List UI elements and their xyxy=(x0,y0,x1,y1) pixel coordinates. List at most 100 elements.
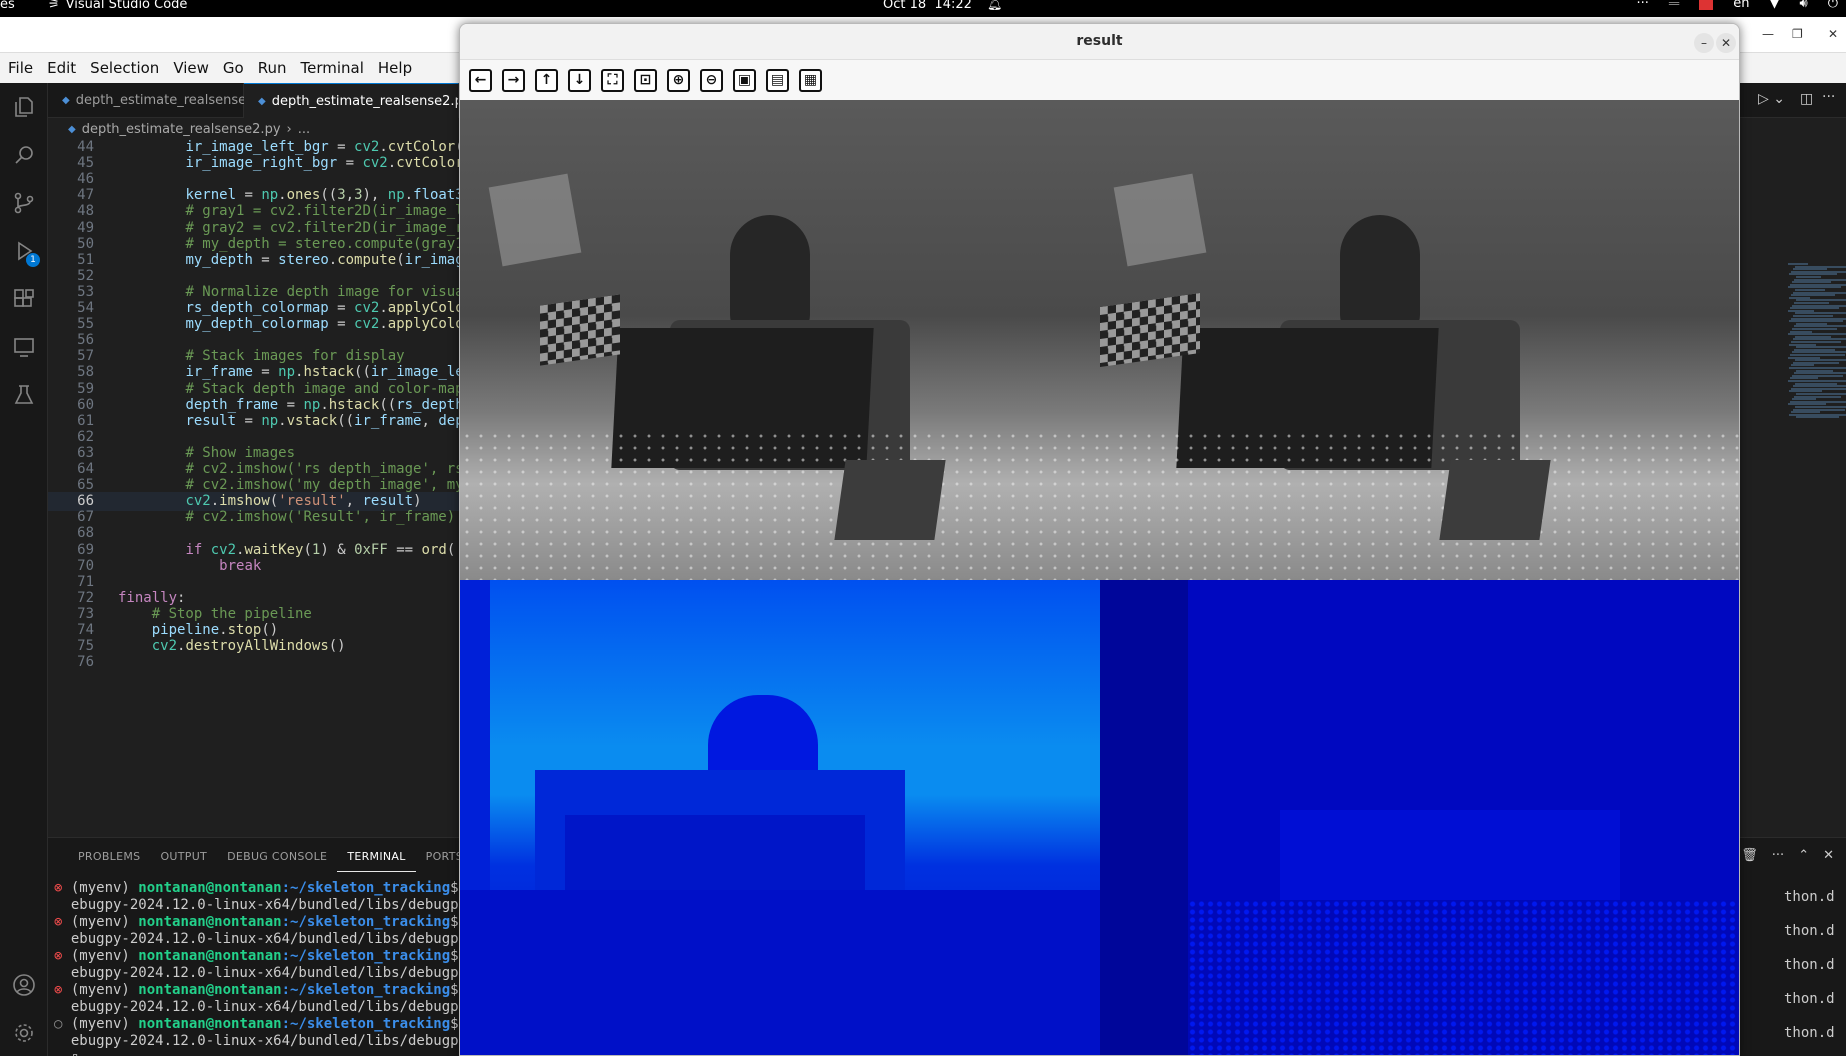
close-panel-icon[interactable]: ✕ xyxy=(1823,848,1834,863)
arrow-up-icon[interactable]: ↑ xyxy=(535,68,558,92)
search-icon[interactable] xyxy=(10,143,38,171)
arrow-right-icon[interactable]: → xyxy=(502,68,525,92)
result-titlebar[interactable]: result – ✕ xyxy=(460,24,1739,60)
breadcrumb-file[interactable]: depth_estimate_realsense2.py xyxy=(82,122,281,137)
language-indicator[interactable]: en xyxy=(1733,0,1749,10)
menu-file[interactable]: File xyxy=(0,59,40,77)
close-icon[interactable]: ✕ xyxy=(1828,27,1838,41)
terminal-right-line: thon.d xyxy=(1784,957,1835,973)
terminal-prompt-line: ⊗ (myenv) nontanan@nontanan:~/skeleton_t… xyxy=(54,948,467,965)
menu-help[interactable]: Help xyxy=(371,59,419,77)
depth-desk-noise xyxy=(1188,900,1739,1055)
terminal-cursor[interactable]: ▯ xyxy=(54,1050,467,1056)
error-circle-icon[interactable]: ⊗ xyxy=(54,948,71,964)
terminal-prompt-line: ⊗ (myenv) nontanan@nontanan:~/skeleton_t… xyxy=(54,880,467,897)
zoom-in-icon[interactable]: ⊕ xyxy=(667,68,690,92)
wifi-icon[interactable]: ▼ xyxy=(1770,0,1780,10)
result-window: result – ✕ ← → ↑ ↓ ⛶ ⊡ ⊕ ⊖ ▣ ▤ ▦ xyxy=(459,23,1740,1056)
explorer-icon[interactable] xyxy=(10,95,38,123)
app-title: Visual Studio Code xyxy=(65,0,188,12)
breadcrumb-chevron-icon: › xyxy=(286,121,292,137)
terminal-right-line: thon.d xyxy=(1784,923,1835,939)
menu-selection[interactable]: Selection xyxy=(83,59,166,77)
date-text: Oct 18 xyxy=(883,0,927,12)
python-file-icon: ◆ xyxy=(62,95,70,106)
menu-edit[interactable]: Edit xyxy=(40,59,83,77)
more-actions-icon[interactable]: ··· xyxy=(1822,89,1835,105)
env-name: (myenv) xyxy=(70,1016,139,1032)
menu-view[interactable]: View xyxy=(166,59,216,77)
error-circle-icon[interactable]: ⊗ xyxy=(54,914,71,930)
accounts-icon[interactable] xyxy=(10,973,38,1001)
source-control-icon[interactable] xyxy=(10,191,38,219)
tab-output[interactable]: OUTPUT xyxy=(150,842,217,872)
volume-icon[interactable]: 🔊︎ xyxy=(1800,0,1808,10)
close-icon[interactable]: ✕ xyxy=(1716,33,1736,53)
copy-clipboard-icon[interactable]: ▤ xyxy=(766,68,789,92)
app-indicator-icon[interactable]: 𝄘 xyxy=(1669,0,1679,10)
red-app-icon[interactable] xyxy=(1699,0,1714,10)
arrow-down-icon[interactable]: ↓ xyxy=(568,68,591,92)
user-host: nontanan@nontanan xyxy=(138,982,282,998)
tab-problems[interactable]: PROBLEMS xyxy=(68,842,150,872)
cwd-path: :~/skeleton_tracking xyxy=(281,880,451,896)
result-toolbar: ← → ↑ ↓ ⛶ ⊡ ⊕ ⊖ ▣ ▤ ▦ xyxy=(460,60,1739,100)
notification-bell-icon[interactable]: 🔔︎ xyxy=(987,0,1002,10)
run-file-icon[interactable]: ▷ ⌄ xyxy=(1758,91,1785,107)
properties-icon[interactable]: ▦ xyxy=(799,68,822,92)
error-circle-icon[interactable]: ⊗ xyxy=(54,982,71,998)
breadcrumb-more[interactable]: ... xyxy=(298,122,310,137)
my-depth-colormap xyxy=(1100,580,1739,1055)
split-editor-icon[interactable]: ◫ xyxy=(1800,91,1813,107)
minimize-icon[interactable]: — xyxy=(1762,27,1774,41)
menu-terminal[interactable]: Terminal xyxy=(294,59,371,77)
remote-explorer-icon[interactable] xyxy=(10,335,38,363)
minimize-icon[interactable]: – xyxy=(1694,33,1714,53)
clock[interactable]: Oct 18 14:22 xyxy=(883,0,972,11)
tab-depth-estimate-realsense2[interactable]: ◆ depth_estimate_realsense2.py xyxy=(244,83,459,118)
settings-gear-icon[interactable] xyxy=(10,1021,38,1049)
tab-depth-estimate-realsense[interactable]: ◆ depth_estimate_realsense.py xyxy=(48,83,266,118)
more-icon[interactable]: ··· xyxy=(1772,848,1784,863)
zoom-region-icon[interactable]: ⊡ xyxy=(634,68,657,92)
activities-label[interactable]: es xyxy=(0,0,15,11)
tab-debug-console[interactable]: DEBUG CONSOLE xyxy=(217,842,337,872)
save-icon[interactable]: ▣ xyxy=(733,68,756,92)
maximize-panel-icon[interactable]: ⌃ xyxy=(1798,848,1809,863)
board xyxy=(1439,460,1551,540)
panel-actions: 🗑︎ ··· ⌃ ✕ xyxy=(1741,848,1834,863)
user-host: nontanan@nontanan xyxy=(138,880,282,896)
extensions-icon[interactable] xyxy=(10,287,38,315)
minimap[interactable] xyxy=(1788,263,1846,443)
overflow-dots-icon[interactable]: ··· xyxy=(1636,0,1648,10)
cwd-path: :~/skeleton_tracking xyxy=(281,948,451,964)
run-debug-icon[interactable]: 1 xyxy=(10,239,40,267)
zoom-fit-icon[interactable]: ⛶ xyxy=(601,68,624,92)
system-tray: ··· 𝄘 en ▼ 🔊︎ ⏻ xyxy=(1636,0,1838,10)
zoom-out-icon[interactable]: ⊖ xyxy=(700,68,723,92)
arrow-left-icon[interactable]: ← xyxy=(469,68,492,92)
empty-circle-icon[interactable]: ○ xyxy=(54,1016,71,1032)
testing-icon[interactable] xyxy=(10,383,38,411)
cwd-path: :~/skeleton_tracking xyxy=(281,1016,451,1032)
wall-poster xyxy=(1113,173,1207,267)
line-number[interactable]: 76 xyxy=(48,653,94,672)
image-canvas[interactable] xyxy=(460,100,1739,1055)
terminal-right-output: thon.d thon.d thon.d thon.d thon.d xyxy=(1784,880,1835,1050)
time-text: 14:22 xyxy=(934,0,972,12)
power-icon[interactable]: ⏻ xyxy=(1828,0,1838,10)
maximize-icon[interactable]: ❐ xyxy=(1792,27,1803,41)
run-badge: 1 xyxy=(26,253,40,267)
terminal-right-line: thon.d xyxy=(1784,991,1835,1007)
menu-go[interactable]: Go xyxy=(216,59,251,77)
vscode-icon: ⚞ xyxy=(48,0,60,12)
tab-terminal[interactable]: TERMINAL xyxy=(337,842,416,872)
terminal-right-line: thon.d xyxy=(1784,1025,1835,1041)
app-menu[interactable]: ⚞ Visual Studio Code xyxy=(48,0,187,11)
menu-run[interactable]: Run xyxy=(251,59,294,77)
trash-icon[interactable]: 🗑︎ xyxy=(1741,848,1758,863)
error-circle-icon[interactable]: ⊗ xyxy=(54,880,71,896)
terminal-output[interactable]: ⊗ (myenv) nontanan@nontanan:~/skeleton_t… xyxy=(54,880,467,1056)
system-top-bar: es ⚞ Visual Studio Code Oct 18 14:22 🔔︎ … xyxy=(0,0,1846,17)
code-line[interactable]: 76 xyxy=(48,653,488,672)
